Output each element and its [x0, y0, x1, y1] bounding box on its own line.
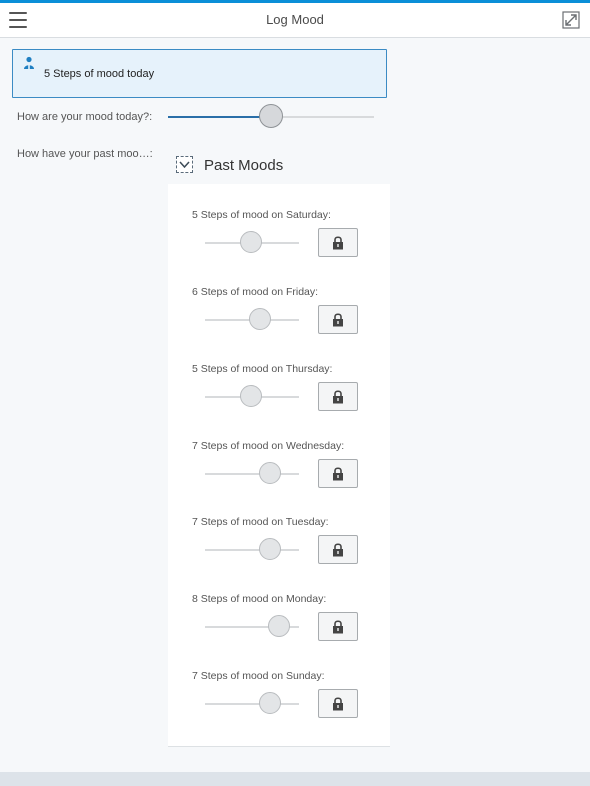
past-mood-slider[interactable]: [205, 615, 299, 637]
header-bar: Log Mood: [0, 3, 590, 38]
past-mood-slider-handle[interactable]: [240, 231, 262, 253]
past-mood-slider-handle[interactable]: [259, 692, 281, 714]
footer-bar: [0, 772, 590, 786]
today-mood-slider-handle[interactable]: [259, 104, 283, 128]
past-mood-label: 7 Steps of mood on Tuesday:: [192, 516, 329, 528]
past-mood-slider-handle[interactable]: [259, 538, 281, 560]
lock-button[interactable]: [318, 459, 358, 488]
lock-button[interactable]: [318, 228, 358, 257]
past-mood-slider[interactable]: [205, 385, 299, 407]
lock-icon: [333, 620, 343, 634]
lock-button[interactable]: [318, 612, 358, 641]
today-mood-label: How are your mood today?:: [17, 111, 153, 123]
past-mood-slider-handle[interactable]: [268, 615, 290, 637]
lock-icon: [333, 467, 343, 481]
lock-icon: [333, 313, 343, 327]
past-mood-label: 8 Steps of mood on Monday:: [192, 593, 327, 605]
past-moods-panel: 5 Steps of mood on Saturday: 6 Steps of …: [168, 184, 390, 747]
past-moods-panel-header: Past Moods: [168, 148, 390, 184]
past-mood-slider[interactable]: [205, 538, 299, 560]
lock-button[interactable]: [318, 535, 358, 564]
past-moods-label: How have your past moo…:: [17, 148, 153, 160]
past-mood-slider-handle[interactable]: [240, 385, 262, 407]
today-mood-text: 5 Steps of mood today: [44, 68, 155, 80]
expand-icon[interactable]: [562, 11, 580, 29]
lock-button[interactable]: [318, 305, 358, 334]
chevron-down-icon[interactable]: [176, 156, 193, 173]
past-mood-label: 7 Steps of mood on Wednesday:: [192, 440, 345, 452]
past-mood-slider[interactable]: [205, 231, 299, 253]
past-mood-label: 6 Steps of mood on Friday:: [192, 286, 319, 298]
past-mood-slider-handle[interactable]: [259, 462, 281, 484]
past-mood-slider[interactable]: [205, 462, 299, 484]
lock-icon: [333, 236, 343, 250]
today-mood-slider-fill: [168, 116, 271, 118]
lock-button[interactable]: [318, 382, 358, 411]
past-mood-label: 5 Steps of mood on Saturday:: [192, 209, 331, 221]
lock-icon: [333, 697, 343, 711]
past-moods-title: Past Moods: [204, 157, 284, 174]
past-mood-slider-handle[interactable]: [249, 308, 271, 330]
today-mood-info-box: 5 Steps of mood today: [12, 49, 387, 98]
lock-icon: [333, 390, 343, 404]
lock-button[interactable]: [318, 689, 358, 718]
page-title: Log Mood: [266, 12, 324, 27]
today-mood-slider[interactable]: [168, 104, 374, 128]
past-mood-slider[interactable]: [205, 308, 299, 330]
lock-icon: [333, 543, 343, 557]
past-mood-label: 7 Steps of mood on Sunday:: [192, 670, 325, 682]
past-mood-slider[interactable]: [205, 692, 299, 714]
person-icon: [24, 56, 34, 69]
past-mood-label: 5 Steps of mood on Thursday:: [192, 363, 333, 375]
